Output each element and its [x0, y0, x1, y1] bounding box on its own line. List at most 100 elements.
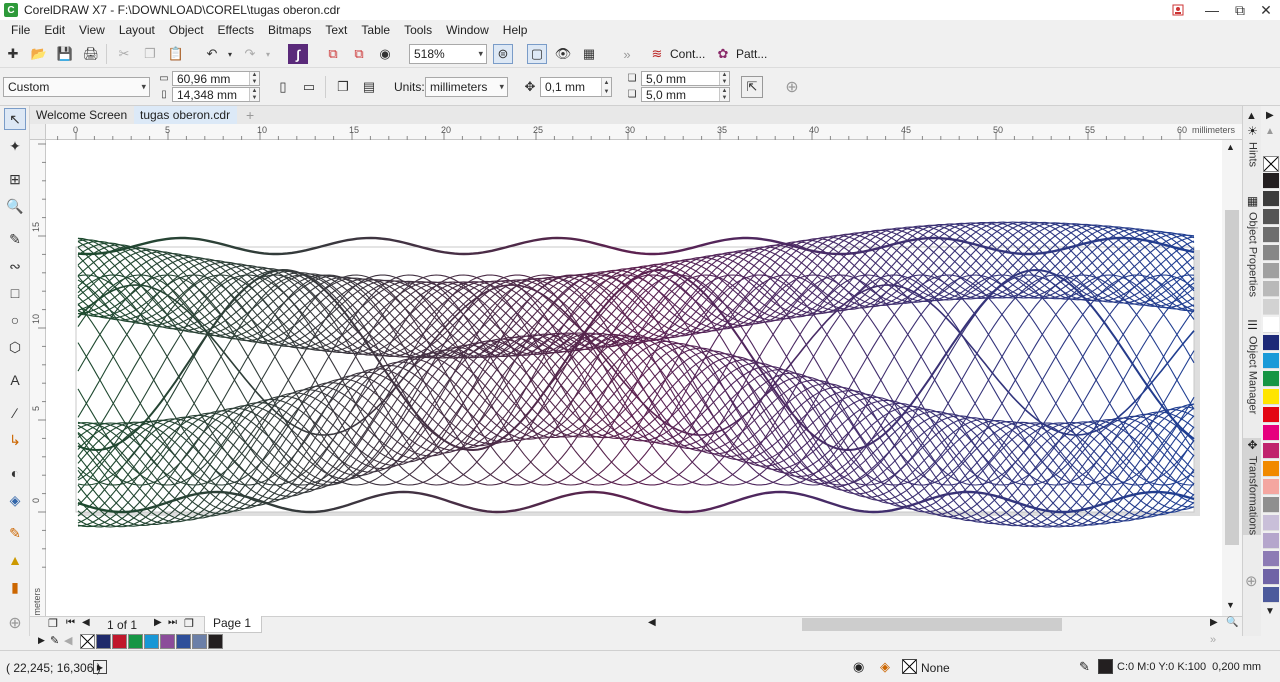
palette-color-swatch[interactable]: [1263, 497, 1279, 513]
options-icon[interactable]: ⇱: [741, 76, 763, 98]
contour-icon[interactable]: ≋: [647, 44, 667, 64]
palette-color-swatch[interactable]: [1263, 587, 1279, 603]
docker-tab-hints[interactable]: ☀ Hints: [1243, 124, 1262, 167]
snap-to-icon[interactable]: ▢: [527, 44, 547, 64]
transparency-tool-icon[interactable]: ◈: [4, 489, 26, 511]
zoom-level-select[interactable]: 518% ▾: [409, 44, 487, 64]
cut-icon[interactable]: ✂: [114, 44, 134, 64]
menu-tools[interactable]: Tools: [397, 23, 439, 37]
vertical-scrollbar[interactable]: ▲ ▼: [1222, 140, 1242, 616]
grid-options-icon[interactable]: ▦: [579, 44, 599, 64]
contour-label[interactable]: Cont...: [670, 47, 705, 61]
palette-color-swatch[interactable]: [1263, 425, 1279, 441]
redo-dropdown-icon[interactable]: ▾: [258, 44, 278, 64]
palette-color-swatch[interactable]: [1263, 353, 1279, 369]
import-icon[interactable]: ⧉: [323, 44, 343, 64]
close-button[interactable]: ✕: [1252, 0, 1280, 20]
palette-color-swatch[interactable]: [1263, 335, 1279, 351]
restore-button[interactable]: ⧉: [1226, 0, 1254, 20]
save-icon[interactable]: 💾: [55, 44, 75, 64]
document-color-swatch[interactable]: [144, 634, 159, 649]
next-page-icon[interactable]: ▶: [154, 617, 162, 628]
drawing-canvas[interactable]: [46, 140, 1242, 616]
play-icon[interactable]: ▶: [93, 660, 107, 674]
menu-edit[interactable]: Edit: [37, 23, 72, 37]
nudge-distance-spinner[interactable]: ▲ ▼: [601, 78, 611, 96]
add-icon[interactable]: ⊕: [782, 77, 802, 97]
previous-page-icon[interactable]: ◀: [82, 617, 90, 628]
ellipse-tool-icon[interactable]: ○: [4, 309, 26, 331]
crop-tool-icon[interactable]: ⊞: [4, 168, 26, 190]
palette-color-swatch[interactable]: [1263, 227, 1279, 243]
palette-color-swatch[interactable]: [1263, 569, 1279, 585]
duplicate-x-spinner[interactable]: ▲ ▼: [719, 72, 729, 85]
fill-bucket-icon[interactable]: ◈: [880, 659, 890, 675]
menu-layout[interactable]: Layout: [112, 23, 162, 37]
palette-color-swatch[interactable]: [1263, 245, 1279, 261]
palette-scroll-down-icon[interactable]: ▼: [1265, 606, 1275, 617]
vertical-scroll-thumb[interactable]: [1225, 210, 1239, 545]
palette-color-swatch[interactable]: [1263, 389, 1279, 405]
scroll-up-icon[interactable]: ▲: [1226, 142, 1235, 152]
palette-color-swatch[interactable]: [1263, 461, 1279, 477]
eyedropper-icon[interactable]: ✎: [50, 634, 59, 647]
document-color-swatch[interactable]: [176, 634, 191, 649]
page-height-field[interactable]: 14,348 mm ▲ ▼: [172, 87, 260, 102]
interactive-fill-tool-icon[interactable]: ▲: [4, 549, 26, 571]
docker-tab-transformations[interactable]: ✥ Transformations: [1243, 438, 1262, 536]
ruler-origin[interactable]: [30, 124, 46, 140]
palette-color-swatch[interactable]: [1263, 281, 1279, 297]
publish-pdf-icon[interactable]: ◉: [375, 44, 395, 64]
palette-color-swatch[interactable]: [1263, 191, 1279, 207]
print-icon[interactable]: 🖨: [81, 44, 101, 64]
open-folder-icon[interactable]: 📂: [29, 44, 49, 64]
page-options-icon[interactable]: ❐: [48, 617, 58, 630]
more-options-icon[interactable]: »: [617, 44, 637, 64]
view-modes-icon[interactable]: 👁: [553, 44, 573, 64]
connector-tool-icon[interactable]: ↳: [4, 429, 26, 451]
zoom-to-fit-icon[interactable]: ⊜: [493, 44, 513, 64]
text-tool-icon[interactable]: A: [4, 369, 26, 391]
document-color-swatch[interactable]: [96, 634, 111, 649]
tab-welcome-screen[interactable]: Welcome Screen: [30, 106, 134, 124]
guilloche-artwork[interactable]: [46, 140, 1242, 616]
duplicate-y-spinner[interactable]: ▲ ▼: [719, 88, 729, 101]
docker-tab-object-manager[interactable]: ☰ Object Manager: [1243, 318, 1262, 414]
current-page-icon[interactable]: ▤: [359, 77, 379, 97]
docker-tab-object-properties[interactable]: ▦ Object Properties: [1243, 194, 1262, 297]
pick-tool-icon[interactable]: ↖: [4, 108, 26, 130]
menu-table[interactable]: Table: [354, 23, 397, 37]
menu-window[interactable]: Window: [439, 23, 496, 37]
add-page-icon[interactable]: ❐: [184, 617, 194, 630]
zoom-navigator-icon[interactable]: 🔍: [1226, 617, 1238, 628]
outline-pen-icon[interactable]: ✎: [1079, 659, 1090, 675]
palette-scroll-left-icon[interactable]: ◀: [64, 634, 72, 647]
add-docker-icon[interactable]: ⊕: [1245, 572, 1258, 590]
no-color-swatch[interactable]: [80, 634, 95, 649]
portrait-icon[interactable]: ▯: [273, 77, 293, 97]
palette-color-swatch[interactable]: [1263, 407, 1279, 423]
menu-object[interactable]: Object: [162, 23, 211, 37]
document-color-swatch[interactable]: [192, 634, 207, 649]
smart-fill-tool-icon[interactable]: ▮: [4, 576, 26, 598]
freehand-tool-icon[interactable]: ✎: [4, 228, 26, 250]
nudge-distance-field[interactable]: 0,1 mm ▲ ▼: [540, 77, 612, 97]
palette-color-swatch[interactable]: [1263, 515, 1279, 531]
menu-help[interactable]: Help: [496, 23, 535, 37]
paste-icon[interactable]: 📋: [166, 44, 186, 64]
shape-tool-icon[interactable]: ✦: [4, 135, 26, 157]
menu-file[interactable]: File: [4, 23, 37, 37]
pattern-label[interactable]: Patt...: [736, 47, 767, 61]
undo-dropdown-icon[interactable]: ▾: [220, 44, 240, 64]
palette-color-swatch[interactable]: [1263, 371, 1279, 387]
menu-bitmaps[interactable]: Bitmaps: [261, 23, 318, 37]
palette-color-swatch[interactable]: [1263, 209, 1279, 225]
redo-icon[interactable]: ↷: [240, 44, 260, 64]
color-proof-icon[interactable]: ◉: [853, 659, 864, 675]
no-color-swatch[interactable]: [1263, 156, 1279, 172]
landscape-icon[interactable]: ▭: [299, 77, 319, 97]
menu-text[interactable]: Text: [318, 23, 354, 37]
palette-flyout-icon[interactable]: ▶: [38, 635, 45, 646]
scroll-right-icon[interactable]: ▶: [1210, 617, 1218, 628]
docker-scroll-up-icon[interactable]: ▲: [1246, 110, 1257, 122]
